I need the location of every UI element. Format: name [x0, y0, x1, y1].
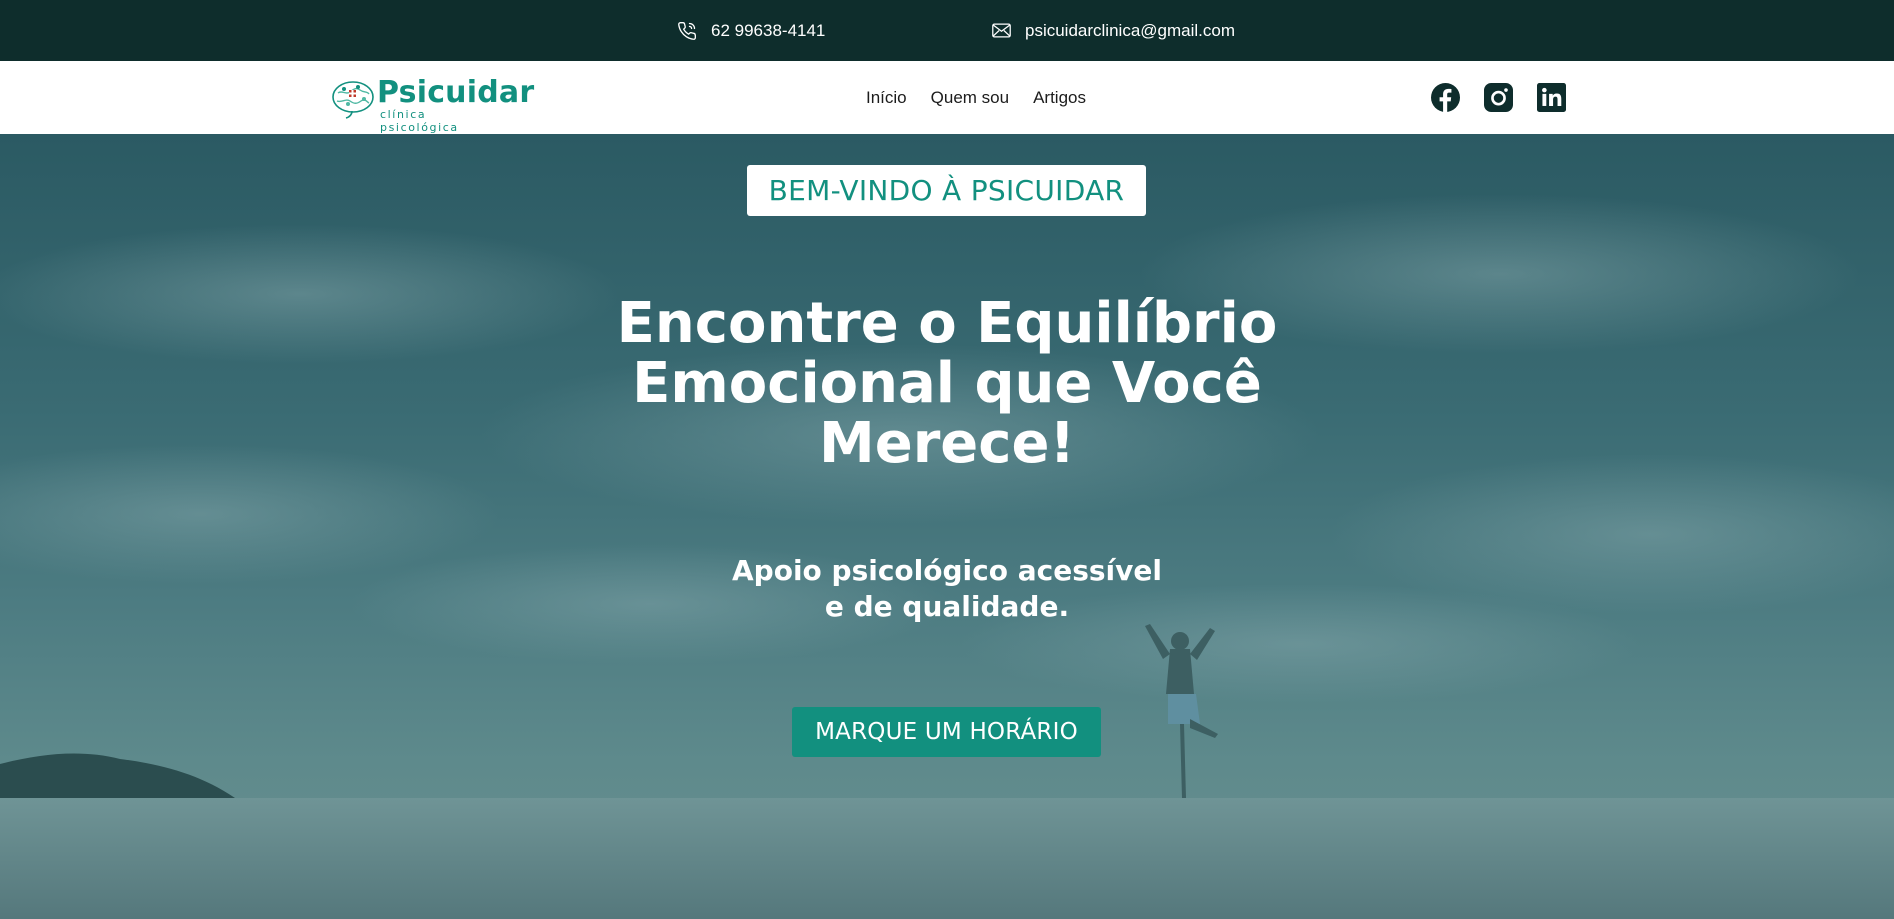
phone-icon — [678, 21, 697, 40]
brain-logo-icon — [332, 81, 374, 119]
main-nav: Início Quem sou Artigos — [866, 61, 1086, 134]
nav-item-quem-sou[interactable]: Quem sou — [931, 88, 1009, 108]
welcome-text: BEM-VINDO À PSICUIDAR — [768, 174, 1125, 207]
hero-headline: Encontre o Equilíbrio Emocional que Você… — [616, 291, 1278, 476]
phone-number: 62 99638-4141 — [711, 20, 826, 40]
site-logo[interactable]: Psicuidar clínica psicológica — [330, 75, 534, 134]
hero-subtitle-line-2: e de qualidade. — [824, 590, 1070, 623]
hero-section: BEM-VINDO À PSICUIDAR Encontre o Equilíb… — [0, 134, 1894, 919]
hero-background-image — [0, 194, 1894, 919]
email-address: psicuidarclinica@gmail.com — [1025, 20, 1235, 40]
email-contact[interactable]: psicuidarclinica@gmail.com — [992, 0, 1235, 61]
facebook-icon[interactable] — [1431, 83, 1460, 112]
nav-item-inicio[interactable]: Início — [866, 88, 907, 108]
logo-tagline: clínica psicológica — [380, 108, 459, 134]
social-links — [1431, 61, 1566, 134]
logo-name: Psicuidar — [377, 75, 535, 110]
book-appointment-button[interactable]: MARQUE UM HORÁRIO — [792, 707, 1101, 757]
phone-contact[interactable]: 62 99638-4141 — [677, 0, 825, 61]
instagram-icon[interactable] — [1484, 83, 1513, 112]
hero-subtitle-line-1: Apoio psicológico acessível — [732, 554, 1162, 587]
linkedin-icon[interactable] — [1537, 83, 1566, 112]
mail-icon — [992, 23, 1011, 38]
top-contact-bar: 62 99638-4141 psicuidarclinica@gmail.com — [0, 0, 1894, 61]
welcome-badge: BEM-VINDO À PSICUIDAR — [747, 165, 1146, 216]
main-header: Psicuidar clínica psicológica Início Que… — [0, 61, 1894, 134]
hero-subtitle: Apoio psicológico acessível e de qualida… — [697, 553, 1197, 625]
nav-item-artigos[interactable]: Artigos — [1033, 88, 1086, 108]
